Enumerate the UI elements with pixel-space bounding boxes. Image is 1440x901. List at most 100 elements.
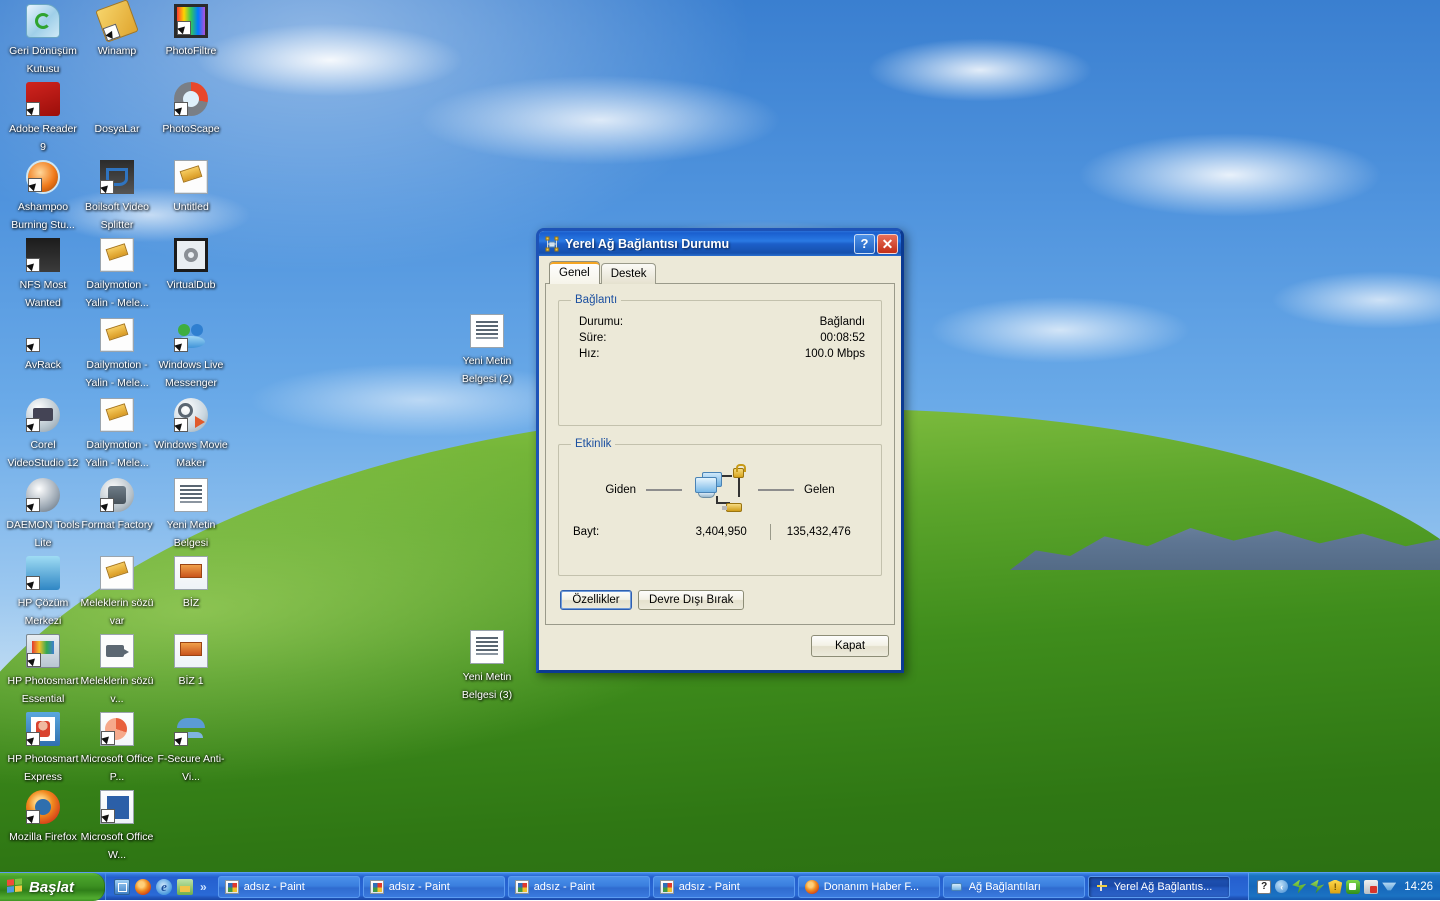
desktop-icon[interactable]: Mozilla Firefox	[6, 790, 80, 845]
desktop-icon[interactable]: F-Secure Anti-Vi...	[154, 712, 228, 785]
desktop-icon[interactable]: HP Photosmart Essential	[6, 634, 80, 707]
security-shield-icon[interactable]: !	[1328, 880, 1342, 894]
duration-key: Süre:	[579, 332, 607, 344]
desktop-icon[interactable]: Meleklerin sözü v...	[80, 634, 154, 707]
desktop-icon[interactable]: Dailymotion - Yalin - Mele...	[80, 398, 154, 471]
green-arrow-tray-icon-2[interactable]	[1310, 880, 1324, 894]
desktop-icon[interactable]: Microsoft Office P...	[80, 712, 154, 785]
desktop-icon[interactable]: Adobe Reader 9	[6, 82, 80, 155]
taskbar[interactable]: Başlat e » adsız - Paintadsız - Paintads…	[0, 872, 1440, 900]
desktop-icon[interactable]: Windows Movie Maker	[154, 398, 228, 471]
close-button[interactable]: Kapat	[811, 635, 889, 657]
help-tray-icon[interactable]: ?	[1257, 880, 1271, 894]
help-button[interactable]: ?	[854, 234, 875, 254]
desktop-icon[interactable]: Boilsoft Video Splitter	[80, 160, 154, 233]
desktop-icon[interactable]: Yeni Metin Belgesi (3)	[450, 630, 524, 703]
desktop-icon[interactable]: HP Photosmart Express	[6, 712, 80, 785]
winamp-icon	[95, 0, 139, 43]
doc-icon	[100, 318, 134, 352]
tab-genel-label: Genel	[559, 267, 590, 279]
disable-button[interactable]: Devre Dışı Bırak	[638, 590, 744, 610]
tray-expand-chevron-icon[interactable]: ‹	[1275, 880, 1288, 893]
taskbar-button-label: adsız - Paint	[244, 881, 305, 893]
taskbar-button[interactable]: Donanım Haber F...	[798, 876, 940, 898]
desktop-icon-label: HP Çözüm Merkezi	[18, 597, 69, 627]
desktop-icon[interactable]: Windows Live Messenger	[154, 318, 228, 391]
desktop-icon[interactable]: Geri Dönüşüm Kutusu	[6, 4, 80, 77]
desktop-icon-label: DAEMON Tools Lite	[6, 519, 79, 549]
clock[interactable]: 14:26	[1400, 881, 1433, 893]
desktop-icon[interactable]: Ashampoo Burning Stu...	[6, 160, 80, 233]
show-desktop-icon[interactable]	[114, 879, 130, 895]
desktop-icon[interactable]: NFS Most Wanted	[6, 238, 80, 311]
desktop-icon[interactable]: Dailymotion - Yalin - Mele...	[80, 238, 154, 311]
desktop-icon-label: Mozilla Firefox	[9, 831, 77, 843]
bytes-sent-value: 3,404,950	[673, 526, 770, 538]
network-tray-icon[interactable]	[1346, 880, 1360, 894]
firefox-icon	[26, 790, 60, 824]
desktop-icon[interactable]: Winamp	[80, 4, 154, 59]
wireless-tray-icon[interactable]	[1382, 880, 1396, 894]
start-button[interactable]: Başlat	[0, 873, 105, 901]
desktop-icon-label: Geri Dönüşüm Kutusu	[9, 45, 77, 75]
nfs-icon	[26, 238, 60, 272]
desktop-icon[interactable]: Dailymotion - Yalin - Mele...	[80, 318, 154, 391]
quick-launch-bar[interactable]: e »	[105, 873, 214, 900]
desktop-icon[interactable]: Meleklerin sözü var	[80, 556, 154, 629]
properties-button[interactable]: Özellikler	[560, 590, 632, 610]
hpexp-icon	[26, 712, 60, 746]
desktop-icon[interactable]: PhotoScape	[154, 82, 228, 137]
network-activity-icon	[692, 466, 748, 514]
close-icon[interactable]: ✕	[877, 234, 898, 254]
tab-strip[interactable]: Genel Destek	[545, 262, 895, 284]
network-status-dialog[interactable]: Yerel Ağ Bağlantısı Durumu ? ✕ Genel Des…	[536, 228, 904, 673]
taskbar-button-label: Donanım Haber F...	[824, 881, 919, 893]
media-player-icon[interactable]	[177, 879, 193, 895]
close-glyph: ✕	[882, 237, 894, 251]
start-button-label: Başlat	[29, 879, 74, 896]
desktop-icon[interactable]: BİZ	[154, 556, 228, 611]
green-arrow-tray-icon[interactable]	[1292, 880, 1306, 894]
tab-genel[interactable]: Genel	[549, 261, 600, 284]
antivirus-tray-icon[interactable]	[1364, 880, 1378, 894]
desktop-icon[interactable]: VirtualDub	[154, 238, 228, 293]
desktop-icon[interactable]: Untitled	[154, 160, 228, 215]
bytes-row: Bayt: 3,404,950 135,432,476	[569, 516, 871, 540]
firefox-icon[interactable]	[135, 879, 151, 895]
desktop-icon[interactable]: Microsoft Office W...	[80, 790, 154, 863]
desktop-icon[interactable]: DAEMON Tools Lite	[6, 478, 80, 551]
word-icon	[100, 790, 134, 824]
connection-group: Bağlantı Durumu: Bağlandı Süre: 00:08:52…	[558, 294, 882, 426]
desktop-icon-label: Windows Live Messenger	[159, 359, 224, 389]
desktop-icon[interactable]: Corel VideoStudio 12	[6, 398, 80, 471]
desktop-icon[interactable]: Yeni Metin Belgesi	[154, 478, 228, 551]
desktop-icon[interactable]: Format Factory	[80, 478, 154, 533]
desktop-icon-label: HP Photosmart Express	[7, 753, 78, 783]
desktop-icon[interactable]: HP Çözüm Merkezi	[6, 556, 80, 629]
desktop-icon[interactable]: PhotoFiltre	[154, 4, 228, 59]
desktop-icon[interactable]: BİZ 1	[154, 634, 228, 689]
duration-value: 00:08:52	[820, 332, 865, 344]
desktop-icon-label: Dailymotion - Yalin - Mele...	[85, 279, 148, 309]
desktop-icon-label: NFS Most Wanted	[20, 279, 67, 309]
dialog-title-bar[interactable]: Yerel Ağ Bağlantısı Durumu ? ✕	[539, 231, 901, 256]
taskbar-button[interactable]: adsız - Paint	[508, 876, 650, 898]
quicklaunch-overflow-chevron-icon[interactable]: »	[198, 880, 209, 894]
taskbar-button[interactable]: adsız - Paint	[363, 876, 505, 898]
desktop-icon-label: Dailymotion - Yalin - Mele...	[85, 359, 148, 389]
tab-destek[interactable]: Destek	[601, 263, 657, 284]
system-tray[interactable]: ? ‹ ! 14:26	[1248, 873, 1440, 900]
desktop-icon[interactable]: Yeni Metin Belgesi (2)	[450, 314, 524, 387]
internet-explorer-icon[interactable]: e	[156, 879, 172, 895]
desktop-icon[interactable]: DosyaLar	[80, 82, 154, 137]
fsecure-icon	[174, 712, 208, 746]
desktop-icon-label: Yeni Metin Belgesi (2)	[462, 355, 512, 385]
bytes-received-value: 135,432,476	[771, 526, 868, 538]
desktop-icon[interactable]: AvRack	[6, 318, 80, 373]
desktop-icon-label: Yeni Metin Belgesi (3)	[462, 671, 512, 701]
received-line	[758, 489, 794, 491]
taskbar-button[interactable]: adsız - Paint	[218, 876, 360, 898]
taskbar-button[interactable]: Yerel Ağ Bağlantıs...	[1088, 876, 1230, 898]
taskbar-button[interactable]: adsız - Paint	[653, 876, 795, 898]
taskbar-button[interactable]: Ağ Bağlantıları	[943, 876, 1085, 898]
